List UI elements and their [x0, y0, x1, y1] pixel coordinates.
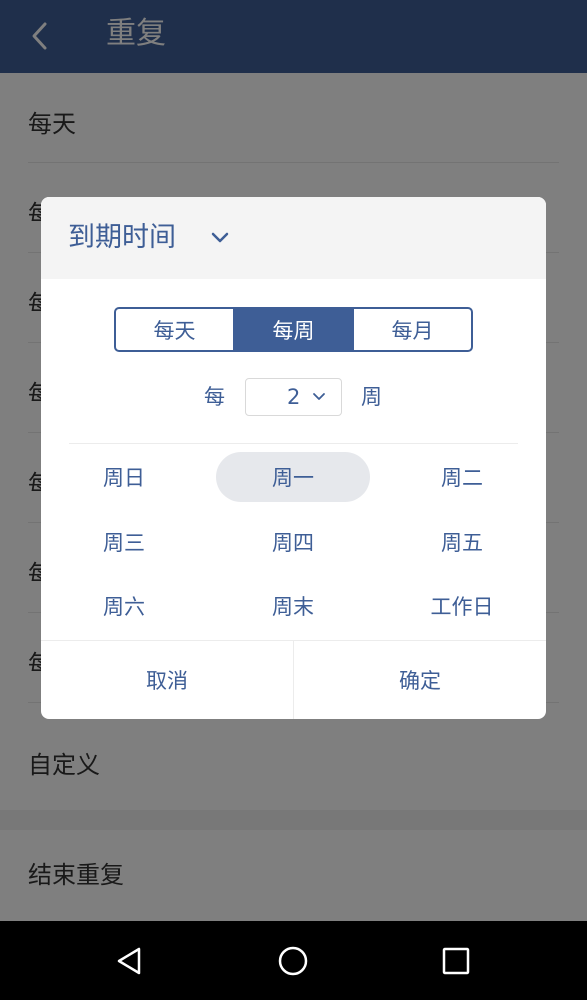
interval-value: 2: [287, 385, 301, 409]
frequency-segmented-control: 每天 每周 每月: [114, 307, 473, 352]
divider: [69, 443, 518, 444]
tab-daily[interactable]: 每天: [116, 309, 233, 350]
interval-unit-label: 周: [361, 385, 382, 409]
nav-home-button[interactable]: [272, 940, 314, 982]
day-option-weekend[interactable]: 周末: [216, 581, 370, 631]
circle-home-icon: [278, 946, 308, 976]
day-option-monday[interactable]: 周一: [216, 452, 370, 502]
day-option-friday[interactable]: 周五: [385, 517, 539, 567]
square-recents-icon: [442, 947, 470, 975]
confirm-button[interactable]: 确定: [293, 641, 546, 719]
day-option-wednesday[interactable]: 周三: [47, 517, 201, 567]
tab-monthly[interactable]: 每月: [352, 309, 471, 350]
day-option-saturday[interactable]: 周六: [47, 581, 201, 631]
dialog-title: 到期时间: [68, 222, 176, 253]
cancel-button[interactable]: 取消: [41, 641, 293, 719]
dialog-header[interactable]: 到期时间: [41, 197, 546, 279]
interval-prefix-label: 每: [204, 385, 225, 409]
dialog-actions: 取消 确定: [41, 640, 546, 719]
nav-recents-button[interactable]: [435, 940, 477, 982]
system-nav-bar: [0, 921, 587, 1000]
due-time-dialog: 到期时间 每天 每周 每月 每 2 周 周日 周一 周二 周三 周四 周五 周六…: [41, 197, 546, 719]
day-option-workday[interactable]: 工作日: [385, 581, 539, 631]
interval-row: 每 2 周: [41, 378, 546, 416]
day-option-thursday[interactable]: 周四: [216, 517, 370, 567]
title-dropdown-button[interactable]: [205, 223, 235, 253]
chevron-down-icon: [310, 388, 328, 406]
nav-back-button[interactable]: [109, 940, 151, 982]
tab-weekly[interactable]: 每周: [233, 309, 352, 350]
triangle-back-icon: [117, 947, 141, 975]
interval-select[interactable]: 2: [245, 378, 342, 416]
day-option-tuesday[interactable]: 周二: [385, 452, 539, 502]
day-option-sunday[interactable]: 周日: [47, 452, 201, 502]
chevron-down-icon: [211, 232, 229, 243]
